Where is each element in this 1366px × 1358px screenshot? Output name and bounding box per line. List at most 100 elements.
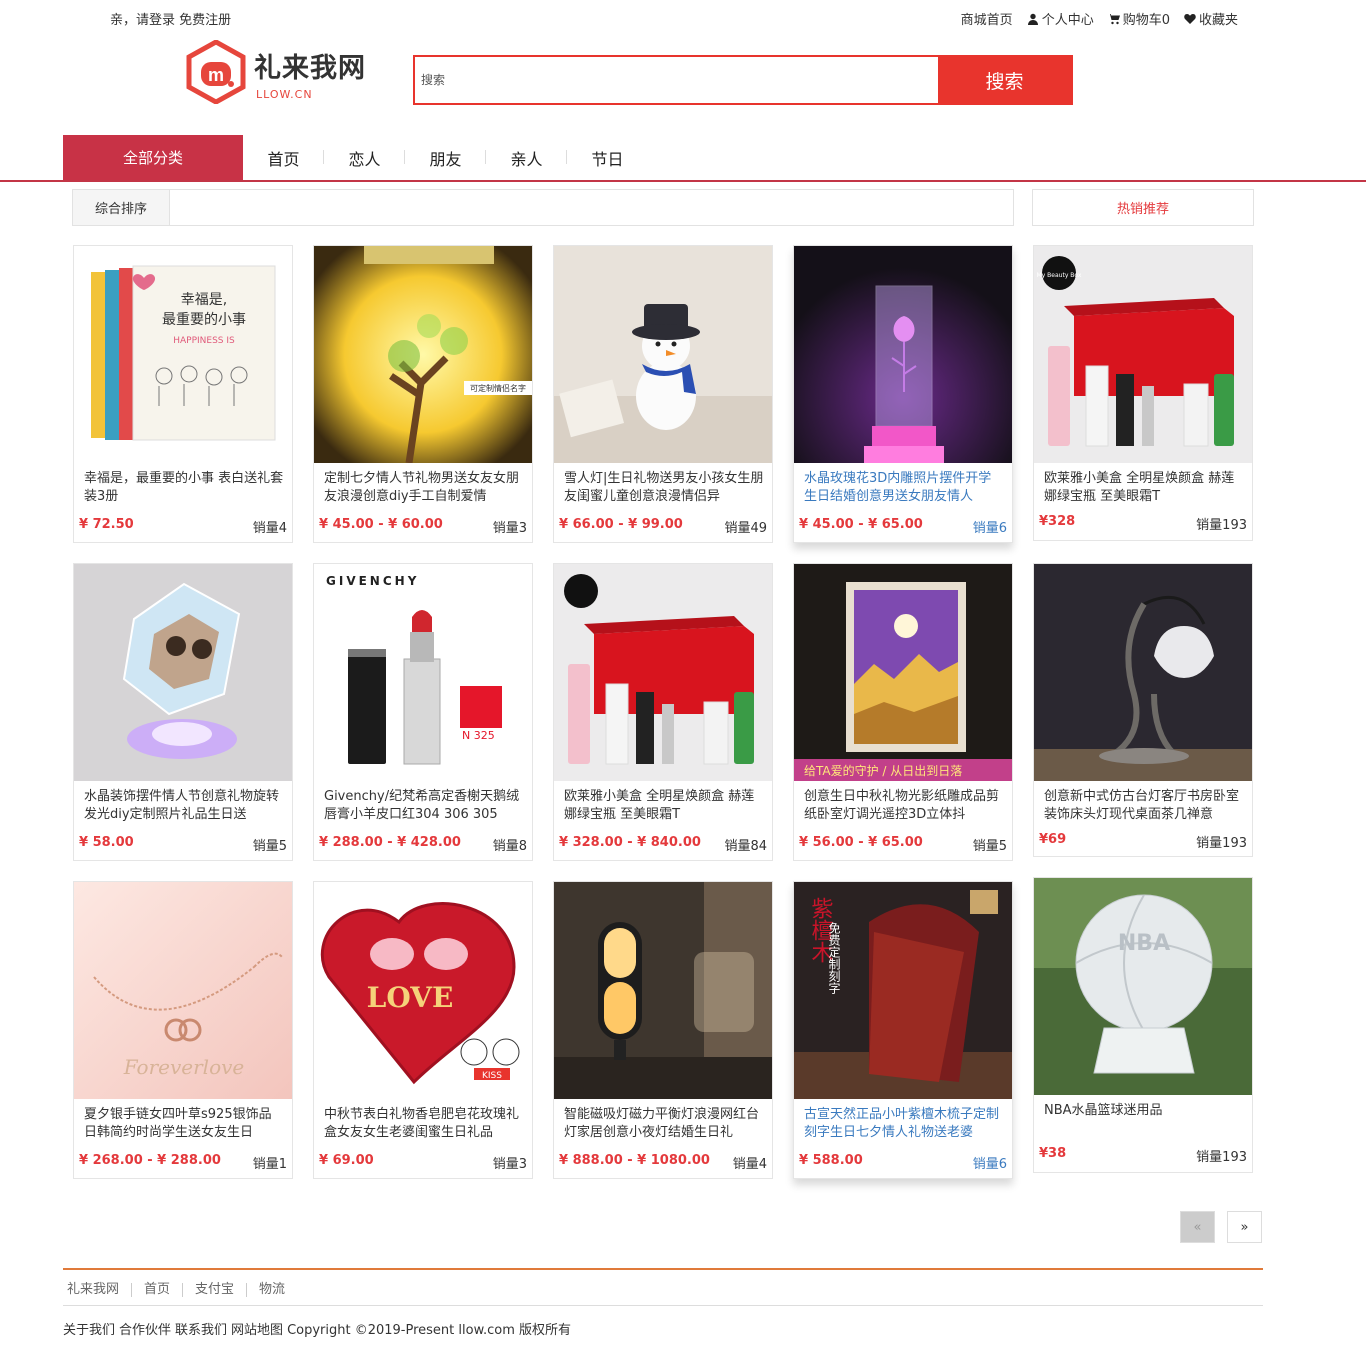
footer-about-link[interactable]: 关于我们 xyxy=(63,1319,115,1338)
all-categories-button[interactable]: 全部分类 xyxy=(63,135,243,180)
product-sales: 销量4 xyxy=(732,1157,767,1172)
cart-link[interactable]: 购物车0 xyxy=(1107,9,1170,28)
product-title[interactable]: 欧莱雅小美盒 全明星焕颜盒 赫莲娜绿宝瓶 至美眼霜T xyxy=(564,788,764,824)
footer-partners-link[interactable]: 合作伙伴 xyxy=(119,1319,171,1338)
product-price: ¥69 xyxy=(1039,832,1067,847)
product-price: ¥ 268.00 - ¥ 288.00 xyxy=(79,1153,221,1168)
product-card[interactable]: 水晶玫瑰花3D内雕照片摆件开学生日结婚创意男送女朋友情人 ¥ 45.00 - ¥… xyxy=(793,245,1013,543)
heart-icon xyxy=(1184,13,1196,24)
product-price: ¥ 328.00 - ¥ 840.00 xyxy=(559,835,701,850)
top-bar: 亲，请登录 免费注册 商城首页 个人中心 购物车0 收藏夹 xyxy=(0,0,1366,34)
love-text: LOVE xyxy=(367,981,454,1014)
product-title[interactable]: 夏夕银手链女四叶草s925银饰品日韩简约时尚学生送女友生日 xyxy=(84,1106,284,1142)
product-image-paper-lamp: 给TA爱的守护 / 从日出到日落 xyxy=(794,564,1012,781)
footer-link-alipay[interactable]: 支付宝 xyxy=(183,1283,248,1297)
product-title[interactable]: Givenchy/纪梵希高定香榭天鹅绒唇膏小羊皮口红304 306 305 xyxy=(324,788,524,824)
top-links: 商城首页 个人中心 购物车0 收藏夹 xyxy=(961,9,1238,28)
cart-label: 购物车0 xyxy=(1122,13,1170,28)
account-link[interactable]: 个人中心 xyxy=(1027,9,1094,28)
footer-contact-link[interactable]: 联系我们 xyxy=(175,1319,227,1338)
product-sales: 销量6 xyxy=(972,1157,1007,1172)
cart-icon xyxy=(1107,13,1120,24)
book-title-line1: 幸福是, xyxy=(181,292,227,308)
product-title[interactable]: 水晶装饰摆件情人节创意礼物旋转发光diy定制照片礼品生日送 xyxy=(84,788,284,824)
product-title[interactable]: 雪人灯|生日礼物送男友小孩女生朋友闺蜜儿童创意浪漫情侣异 xyxy=(564,470,764,506)
product-title[interactable]: 水晶玫瑰花3D内雕照片摆件开学生日结婚创意男送女朋友情人 xyxy=(804,470,1004,506)
search-input[interactable] xyxy=(415,57,938,103)
sort-default-button[interactable]: 综合排序 xyxy=(73,190,170,225)
product-price: ¥328 xyxy=(1039,514,1076,529)
book-title-en: HAPPINESS IS xyxy=(173,336,235,346)
logo-hex-icon: m xyxy=(186,40,246,104)
product-price: ¥ 66.00 - ¥ 99.00 xyxy=(559,517,683,532)
nav-item-festival[interactable]: 节日 xyxy=(567,146,648,170)
product-title[interactable]: 创意生日中秋礼物光影纸雕成品剪纸卧室灯调光遥控3D立体抖 xyxy=(804,788,1004,824)
site-logo[interactable]: m 礼来我网 LLOW.CN xyxy=(186,40,376,106)
product-card[interactable]: NBA NBA水晶篮球迷用品 ¥38 销量193 xyxy=(1033,877,1253,1173)
footer-sitemap-link[interactable]: 网站地图 xyxy=(231,1319,283,1338)
product-card[interactable]: 可定制情侣名字 定制七夕情人节礼物男送女友女朋友浪漫创意diy手工自制爱情 ¥ … xyxy=(313,245,533,543)
search-box: 搜索 xyxy=(413,55,1073,105)
nav-item-family[interactable]: 亲人 xyxy=(486,146,567,170)
footer-divider-thin xyxy=(63,1305,1263,1306)
product-price: ¥ 45.00 - ¥ 65.00 xyxy=(799,517,923,532)
prev-page-button[interactable]: « xyxy=(1180,1211,1215,1243)
product-card[interactable]: 幸福是, 最重要的小事 HAPPINESS IS 幸福是，最重要的小事 表白送礼… xyxy=(73,245,293,543)
nba-text: NBA xyxy=(1118,931,1170,956)
footer-link-brand[interactable]: 礼来我网 xyxy=(67,1283,133,1297)
product-title[interactable]: 欧莱雅小美盒 全明星焕颜盒 赫莲娜绿宝瓶 至美眼霜T xyxy=(1044,470,1244,506)
favorites-link[interactable]: 收藏夹 xyxy=(1184,9,1238,28)
product-card[interactable]: LOVE KISS 中秋节表白礼物香皂肥皂花玫瑰礼盒女友女生老婆闺蜜生日礼品 ¥… xyxy=(313,881,533,1179)
product-card[interactable]: GIVENCHY N 325 Givenchy/纪梵希高定香榭天鹅绒唇膏小羊皮口… xyxy=(313,563,533,861)
footer-link-logistics[interactable]: 物流 xyxy=(247,1283,297,1297)
search-button[interactable]: 搜索 xyxy=(938,57,1071,103)
product-price: ¥ 58.00 xyxy=(79,835,134,850)
product-price: ¥ 45.00 - ¥ 60.00 xyxy=(319,517,443,532)
product-image-crystal-cube xyxy=(74,564,292,781)
product-card[interactable]: My Beauty Box 欧莱雅小美盒 全明星焕颜盒 赫莲娜绿宝瓶 至美眼霜T… xyxy=(1033,245,1253,541)
product-title[interactable]: NBA水晶篮球迷用品 xyxy=(1044,1102,1244,1138)
footer-link-home[interactable]: 首页 xyxy=(132,1283,184,1297)
product-sales: 销量4 xyxy=(252,521,287,536)
product-card[interactable]: 创意新中式仿古台灯客厅书房卧室装饰床头灯现代桌面茶几禅意 ¥69 销量193 xyxy=(1033,563,1253,857)
product-card[interactable]: Foreverlove 夏夕银手链女四叶草s925银饰品日韩简约时尚学生送女友生… xyxy=(73,881,293,1179)
product-sales: 销量84 xyxy=(724,839,767,854)
product-image-magnetic-lamp xyxy=(554,882,772,1099)
product-sales: 销量49 xyxy=(724,521,767,536)
product-title[interactable]: 古宣天然正品小叶紫檀木梳子定制刻字生日七夕情人礼物送老婆 xyxy=(804,1106,1004,1142)
mall-home-link[interactable]: 商城首页 xyxy=(961,9,1013,28)
product-image-table-lamp xyxy=(1034,564,1252,781)
product-card[interactable]: 雪人灯|生日礼物送男友小孩女生朋友闺蜜儿童创意浪漫情侣异 ¥ 66.00 - ¥… xyxy=(553,245,773,543)
hot-recommend-button[interactable]: 热销推荐 xyxy=(1032,189,1254,226)
footer-copyright: Copyright ©2019-Present llow.com 版权所有 xyxy=(287,1323,572,1338)
product-image-beauty-box: My Beauty Box xyxy=(1034,246,1252,463)
login-link[interactable]: 亲，请登录 xyxy=(110,13,175,28)
nav-item-lovers[interactable]: 恋人 xyxy=(324,146,405,170)
product-title[interactable]: 智能磁吸灯磁力平衡灯浪漫网红台灯家居创意小夜灯结婚生日礼 xyxy=(564,1106,764,1142)
svg-text:m: m xyxy=(208,65,224,85)
givenchy-brand-text: GIVENCHY xyxy=(326,574,419,588)
product-card[interactable]: 给TA爱的守护 / 从日出到日落 创意生日中秋礼物光影纸雕成品剪纸卧室灯调光遥控… xyxy=(793,563,1013,861)
next-page-button[interactable]: » xyxy=(1227,1211,1262,1243)
product-title[interactable]: 定制七夕情人节礼物男送女友女朋友浪漫创意diy手工自制爱情 xyxy=(324,470,524,506)
product-image-snowman-lamp xyxy=(554,246,772,463)
footer-divider xyxy=(63,1268,1263,1270)
product-title[interactable]: 幸福是，最重要的小事 表白送礼套装3册 xyxy=(84,470,284,506)
product-image-beauty-box-2 xyxy=(554,564,772,781)
product-price: ¥ 888.00 - ¥ 1080.00 xyxy=(559,1153,710,1168)
product-card[interactable]: 智能磁吸灯磁力平衡灯浪漫网红台灯家居创意小夜灯结婚生日礼 ¥ 888.00 - … xyxy=(553,881,773,1179)
login-area: 亲，请登录 免费注册 xyxy=(110,9,231,28)
register-link[interactable]: 免费注册 xyxy=(179,13,231,28)
product-price: ¥ 588.00 xyxy=(799,1153,863,1168)
favorites-label: 收藏夹 xyxy=(1198,13,1238,28)
nav-item-home[interactable]: 首页 xyxy=(243,146,324,170)
product-title[interactable]: 创意新中式仿古台灯客厅书房卧室装饰床头灯现代桌面茶几禅意 xyxy=(1044,788,1244,824)
footer-bottom: 关于我们 合作伙伴 联系我们 网站地图 Copyright ©2019-Pres… xyxy=(63,1319,571,1338)
product-title[interactable]: 中秋节表白礼物香皂肥皂花玫瑰礼盒女友女生老婆闺蜜生日礼品 xyxy=(324,1106,524,1142)
nav-items: 首页 恋人 朋友 亲人 节日 xyxy=(243,135,648,180)
paper-lamp-caption: 给TA爱的守护 / 从日出到日落 xyxy=(804,763,962,778)
product-card[interactable]: 欧莱雅小美盒 全明星焕颜盒 赫莲娜绿宝瓶 至美眼霜T ¥ 328.00 - ¥ … xyxy=(553,563,773,861)
nav-item-friends[interactable]: 朋友 xyxy=(405,146,486,170)
product-card[interactable]: 紫檀木 免费定制刻字 古宣天然正品小叶紫檀木梳子定制刻字生日七夕情人礼物送老婆 … xyxy=(793,881,1013,1179)
product-card[interactable]: 水晶装饰摆件情人节创意礼物旋转发光diy定制照片礼品生日送 ¥ 58.00 销量… xyxy=(73,563,293,861)
